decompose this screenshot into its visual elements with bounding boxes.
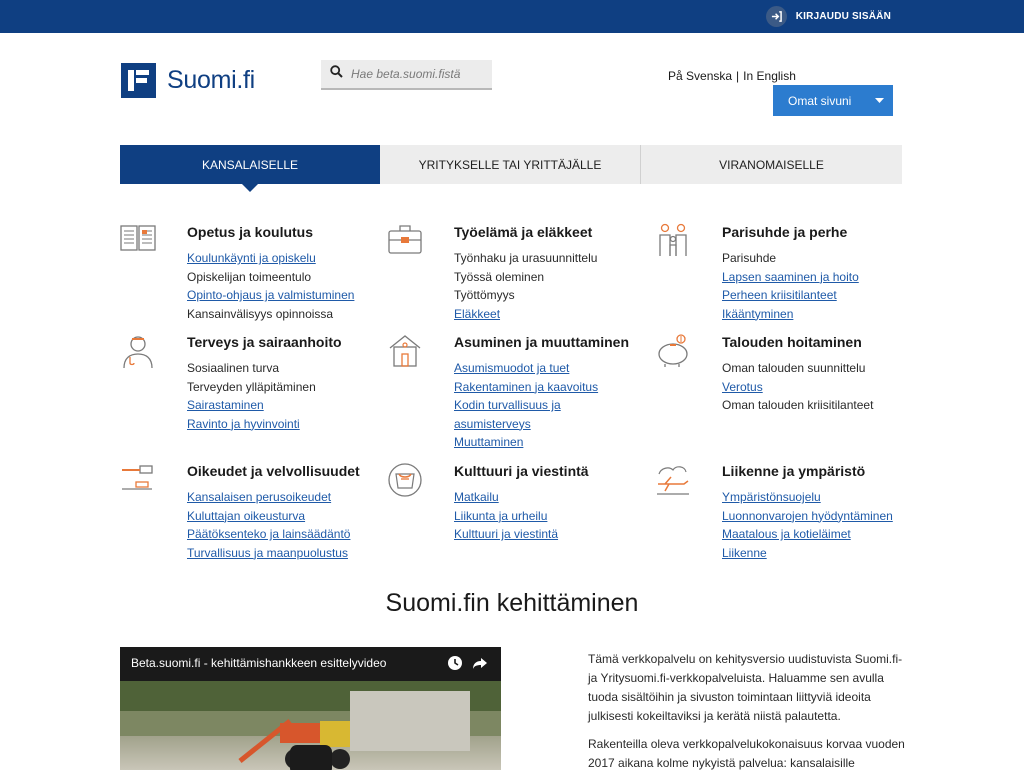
language-switcher: På Svenska | In English (668, 69, 796, 83)
lang-swedish-link[interactable]: På Svenska (668, 69, 732, 83)
category-text: Työssä oleminen (454, 269, 545, 284)
gavel-icon (120, 462, 156, 496)
watch-later-icon[interactable] (447, 655, 463, 671)
search-box[interactable] (321, 60, 492, 90)
category-body: Kulttuuri ja viestintä Matkailu Liikunta j… (454, 462, 654, 544)
category-body: Oikeudet ja velvollisuudet Kansalaisen pe… (187, 462, 387, 562)
category-link[interactable]: Muuttaminen (454, 433, 654, 452)
audience-tabs: KANSALAISELLE YRITYKSELLE TAI YRITTÄJÄLL… (120, 145, 902, 192)
intro-video[interactable]: Beta.suomi.fi - kehittämishankkeen esitt… (120, 647, 501, 770)
category-link[interactable]: Eläkkeet (454, 305, 654, 324)
category-link[interactable]: Kodin turvallisuus ja (454, 396, 654, 415)
category-link[interactable]: Liikunta ja urheilu (454, 507, 654, 526)
top-bar: KIRJAUDU SISÄÄN (0, 0, 1024, 33)
category-text: Oman talouden kriisitilanteet (722, 398, 874, 412)
category-body: Opetus ja koulutus Koulunkäynti ja opiske… (187, 223, 387, 323)
share-icon[interactable] (472, 655, 488, 671)
login-button[interactable]: KIRJAUDU SISÄÄN (765, 6, 891, 27)
category-title[interactable]: Oikeudet ja velvollisuudet (187, 463, 387, 479)
category-text: Oman talouden suunnittelu (722, 361, 866, 375)
category-body: Liikenne ja ympäristö Ympäristönsuojelu Lu… (722, 462, 922, 562)
category-text: Parisuhde (722, 251, 777, 265)
intro-paragraph-2: Rakenteilla oleva verkkopalvelukokonaisu… (588, 737, 905, 770)
category-link[interactable]: Kulttuuri ja viestintä (454, 525, 654, 544)
caret-down-icon (865, 96, 893, 106)
category-link[interactable]: Rakentaminen ja kaavoitus (454, 378, 654, 397)
category-text: Terveyden ylläpitäminen (187, 379, 316, 394)
section-title: Suomi.fin kehittäminen (385, 589, 639, 617)
play-button-icon[interactable] (290, 745, 332, 770)
category-link[interactable]: Perheen kriisitilanteet (722, 286, 922, 305)
tab-businesses[interactable]: YRITYKSELLE TAI YRITTÄJÄLLE (380, 145, 641, 184)
briefcase-icon (387, 223, 423, 257)
category-title[interactable]: Parisuhde ja perhe (722, 224, 922, 240)
category-link[interactable]: Ravinto ja hyvinvointi (187, 415, 387, 434)
tab-citizens[interactable]: KANSALAISELLE (120, 145, 380, 192)
category-title[interactable]: Liikenne ja ympäristö (722, 463, 922, 479)
my-pages-dropdown[interactable]: Omat sivuni (773, 85, 893, 116)
category-link[interactable]: Lapsen saaminen ja hoito (722, 268, 922, 287)
intro-text: Tämä verkkopalvelu on kehitysversio uudi… (588, 650, 908, 770)
category-text: Opiskelijan toimeentulo (187, 269, 312, 284)
category-link[interactable]: Maatalous ja kotieläimet (722, 525, 922, 544)
category-body: Terveys ja sairaanhoito Sosiaalinen turva… (187, 333, 387, 433)
category-link[interactable]: Päätöksenteko ja lainsäädäntö (187, 525, 387, 544)
my-pages-label: Omat sivuni (788, 93, 852, 108)
category-text: Työnhaku ja urasuunnittelu (454, 251, 598, 265)
category-body: Työelämä ja eläkkeet Työnhaku ja urasuunn… (454, 223, 654, 323)
category-link[interactable]: Kansalaisen perusoikeudet (187, 488, 387, 507)
house-icon (387, 333, 423, 367)
category-body: Talouden hoitaminen Oman talouden suunnit… (722, 333, 922, 415)
video-title: Beta.suomi.fi - kehittämishankkeen esitt… (131, 656, 387, 670)
category-link[interactable]: Ikääntyminen (722, 305, 922, 324)
category-link[interactable]: Luonnonvarojen hyödyntäminen (722, 507, 922, 526)
category-link[interactable]: Koulunkäynti ja opiskelu (187, 249, 387, 268)
book-icon (120, 223, 156, 257)
airplane-icon (655, 462, 691, 496)
category-link[interactable]: Verotus (722, 378, 922, 397)
search-input[interactable] (351, 67, 491, 81)
category-title[interactable]: Asuminen ja muuttaminen (454, 334, 654, 350)
category-link[interactable]: asumisterveys (454, 415, 654, 434)
theater-icon (387, 462, 423, 497)
doctor-icon (120, 333, 156, 369)
category-link[interactable]: Sairastaminen (187, 396, 387, 415)
category-text: Sosiaalinen turva (187, 361, 280, 375)
site-logo[interactable]: Suomi.fi (121, 63, 255, 98)
suomi-logo-icon (121, 63, 156, 98)
category-link[interactable]: Matkailu (454, 488, 654, 507)
lang-english-link[interactable]: In English (743, 69, 796, 83)
category-title[interactable]: Työelämä ja eläkkeet (454, 224, 654, 240)
sign-in-icon (765, 6, 787, 27)
category-text: Kansainvälisyys opinnoissa (187, 306, 334, 321)
search-icon[interactable] (330, 65, 343, 83)
category-link[interactable]: Turvallisuus ja maanpuolustus (187, 544, 387, 563)
category-title[interactable]: Kulttuuri ja viestintä (454, 463, 654, 479)
login-label: KIRJAUDU SISÄÄN (795, 11, 891, 22)
category-link[interactable]: Opinto-ohjaus ja valmistuminen (187, 286, 387, 305)
intro-paragraph-1: Tämä verkkopalvelu on kehitysversio uudi… (588, 652, 903, 723)
family-icon (655, 223, 691, 257)
category-link[interactable]: Liikenne (722, 544, 922, 563)
category-link[interactable]: Kuluttajan oikeusturva (187, 507, 387, 526)
category-text: Työttömyys (454, 288, 515, 302)
category-body: Parisuhde ja perhe Parisuhde Lapsen saamin… (722, 223, 922, 323)
logo-text: Suomi.fi (167, 66, 255, 94)
category-title[interactable]: Opetus ja koulutus (187, 224, 387, 240)
piggy-bank-icon (655, 333, 691, 367)
category-title[interactable]: Talouden hoitaminen (722, 334, 922, 350)
category-body: Asuminen ja muuttaminen Asumismuodot ja t… (454, 333, 654, 452)
category-link[interactable]: Asumismuodot ja tuet (454, 359, 654, 378)
lang-separator: | (736, 69, 740, 83)
category-title[interactable]: Terveys ja sairaanhoito (187, 334, 387, 350)
tab-authorities[interactable]: VIRANOMAISELLE (641, 145, 902, 184)
category-link[interactable]: Ympäristönsuojelu (722, 488, 922, 507)
